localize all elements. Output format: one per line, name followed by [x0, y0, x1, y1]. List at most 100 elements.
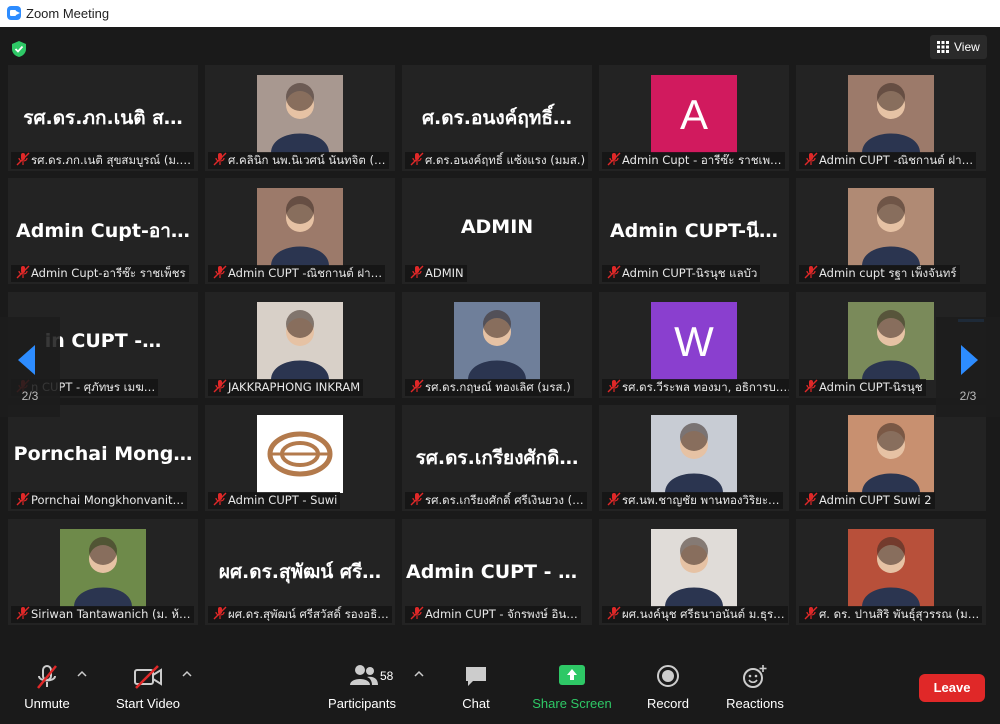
participant-name: ศ.คลินิก นพ.นิเวศน์ นันทจิต (… — [228, 153, 386, 167]
participant-tile[interactable]: Admin CUPT Suwi 2 — [796, 405, 986, 511]
participant-name: Admin CUPT -ณิชกานต์ ฝา… — [228, 266, 383, 280]
participant-tile[interactable]: Admin CUPT-นี… Admin CUPT-นิรนุช แลบัว — [599, 178, 789, 284]
participant-photo-avatar — [848, 529, 934, 607]
participant-name-tag: ผศ.นงค์นุช ศรีธนาอนันต์ ม.ธุร… — [602, 606, 788, 623]
participant-tile[interactable]: รศ.ดร.กฤษณ์ ทองเลิศ (มรส.) — [402, 292, 592, 398]
previous-page-button[interactable]: 2/3 — [0, 317, 60, 417]
security-shield-icon[interactable] — [10, 40, 28, 58]
muted-microphone-icon — [607, 152, 621, 166]
participant-tile[interactable]: Admin CUPT - จั… Admin CUPT - จักรพงษ์ อิ… — [402, 519, 592, 625]
participant-tile[interactable]: JAKKRAPHONG INKRAM — [205, 292, 395, 398]
participant-name-tag: รศ.ดร.ภก.เนติ สุขสมบูรณ์ (ม.… — [11, 152, 195, 169]
participant-name: Admin CUPT -ณิชกานต์ ฝา… — [819, 153, 974, 167]
view-button[interactable]: View — [930, 35, 987, 59]
participant-photo-avatar — [257, 75, 343, 153]
muted-microphone-icon — [213, 492, 227, 506]
participant-name-tag: Admin Cupt-อารีซ๊ะ ราชเพ็ชร — [11, 265, 189, 282]
participant-tile[interactable]: ศ.คลินิก นพ.นิเวศน์ นันทจิต (… — [205, 65, 395, 171]
participants-label: Participants — [328, 696, 396, 711]
record-icon — [657, 665, 679, 687]
leave-button[interactable]: Leave — [919, 674, 985, 702]
participant-tile[interactable]: Admin CUPT - Suwi — [205, 405, 395, 511]
participant-tile[interactable]: Admin cupt รฐา เพ็งจันทร์ — [796, 178, 986, 284]
participant-name-tag: ผศ.ดร.สุพัฒน์ ศรีสวัสดิ์ รองอธิ… — [208, 606, 392, 623]
participant-tile[interactable]: ศ. ดร. ปานสิริ พันธุ์สุวรรณ (ม… — [796, 519, 986, 625]
participant-name-tag: ศ.ดร.อนงค์ฤทธิ์ แซ้งแรง (มมส.) — [405, 152, 589, 169]
participant-name-tag: รศ.ดร.เกรียงศักดิ์ ศรีเงินยวง (… — [405, 492, 587, 509]
muted-microphone-icon — [16, 152, 30, 166]
participant-tile[interactable]: รศ.ดร.เกรียงศักดิ… รศ.ดร.เกรียงศักดิ์ ศรี… — [402, 405, 592, 511]
participant-name: Siriwan Tantawanich (ม. ห้… — [31, 607, 191, 621]
meeting-gallery: View รศ.ดร.ภก.เนติ ส… รศ.ดร.ภก.เนติ สุขสม… — [0, 27, 1000, 654]
reactions-button[interactable]: Reactions — [720, 654, 790, 724]
chat-bubble-icon — [466, 667, 486, 686]
participants-options-chevron-icon[interactable] — [414, 670, 424, 678]
start-video-button[interactable]: Start Video — [108, 654, 188, 724]
share-screen-button[interactable]: Share Screen — [528, 654, 616, 724]
window-titlebar: Zoom Meeting — [0, 0, 1000, 27]
record-button[interactable]: Record — [638, 654, 698, 724]
video-off-icon — [134, 665, 162, 689]
view-button-label: View — [954, 40, 980, 54]
page-indicator-right: 2/3 — [959, 389, 977, 403]
window-title: Zoom Meeting — [26, 6, 110, 21]
participant-name-tag: ศ. ดร. ปานสิริ พันธุ์สุวรรณ (ม… — [799, 606, 983, 623]
participant-name-tag: Siriwan Tantawanich (ม. ห้… — [11, 606, 194, 623]
audio-options-chevron-icon[interactable] — [77, 670, 87, 678]
participant-name: รศ.ดร.กฤษณ์ ทองเลิศ (มรส.) — [425, 380, 571, 394]
participant-display-name: Admin Cupt-อา… — [16, 220, 190, 242]
next-page-button[interactable]: 2/3 — [936, 317, 1000, 417]
participant-name-tag: Admin cupt รฐา เพ็งจันทร์ — [799, 265, 960, 282]
muted-microphone-icon — [410, 265, 424, 279]
participant-display-name: ผศ.ดร.สุพัฒน์ ศรี… — [218, 561, 382, 583]
participant-tile[interactable]: ศ.ดร.อนงค์ฤทธิ์… ศ.ดร.อนงค์ฤทธิ์ แซ้งแรง … — [402, 65, 592, 171]
participant-tile[interactable]: รศ.ดร.ภก.เนติ ส… รศ.ดร.ภก.เนติ สุขสมบูรณ์… — [8, 65, 198, 171]
participants-icon — [350, 665, 378, 685]
participant-tile[interactable]: ผศ.นงค์นุช ศรีธนาอนันต์ ม.ธุร… — [599, 519, 789, 625]
chat-button[interactable]: Chat — [446, 654, 506, 724]
participant-name-tag: Admin CUPT-นิรนุช แลบัว — [602, 265, 761, 282]
participant-tile[interactable]: Admin CUPT -ณิชกานต์ ฝา… — [205, 178, 395, 284]
participant-name-tag: Admin CUPT -ณิชกานต์ ฝา… — [208, 265, 386, 282]
participants-button[interactable]: 58 Participants — [324, 654, 400, 724]
participant-tile[interactable]: A Admin Cupt - อารีซ๊ะ ราชเพ… — [599, 65, 789, 171]
muted-microphone-icon — [607, 606, 621, 620]
participant-tile[interactable]: รศ.นพ.ชาญชัย พานทองวิริยะ… — [599, 405, 789, 511]
muted-microphone-icon — [607, 379, 621, 393]
participant-name-tag: Pornchai Mongkhonvanit… — [11, 492, 188, 509]
muted-microphone-icon — [213, 606, 227, 620]
participant-name-tag: รศ.นพ.ชาญชัย พานทองวิริยะ… — [602, 492, 783, 509]
unmute-button[interactable]: Unmute — [15, 654, 79, 724]
participant-photo-avatar — [257, 188, 343, 266]
participant-photo-avatar — [651, 415, 737, 493]
participant-display-name: Pornchai Mong… — [13, 443, 193, 465]
smiley-add-icon — [743, 665, 767, 688]
participant-name: Admin cupt รฐา เพ็งจันทร์ — [819, 266, 957, 280]
participant-name: ศ. ดร. ปานสิริ พันธุ์สุวรรณ (ม… — [819, 607, 980, 621]
participant-photo-avatar — [60, 529, 146, 607]
muted-microphone-icon — [410, 379, 424, 393]
participant-name: JAKKRAPHONG INKRAM — [228, 380, 361, 394]
participant-name-tag: Admin CUPT - จักรพงษ์ อิน… — [405, 606, 581, 623]
participant-display-name: Admin CUPT - จั… — [406, 561, 588, 583]
participant-name: Admin Cupt-อารีซ๊ะ ราชเพ็ชร — [31, 266, 186, 280]
participant-tile[interactable]: Pornchai Mong… Pornchai Mongkhonvanit… — [8, 405, 198, 511]
participant-tile[interactable]: ADMIN ADMIN — [402, 178, 592, 284]
muted-microphone-icon — [804, 265, 818, 279]
participant-tile[interactable]: Siriwan Tantawanich (ม. ห้… — [8, 519, 198, 625]
video-options-chevron-icon[interactable] — [182, 670, 192, 678]
participant-tile[interactable]: W รศ.ดร.วีระพล ทองมา, อธิการบ… — [599, 292, 789, 398]
microphone-muted-icon — [37, 665, 57, 689]
participant-display-name: ADMIN — [460, 216, 534, 238]
participant-name: ผศ.ดร.สุพัฒน์ ศรีสวัสดิ์ รองอธิ… — [228, 607, 389, 621]
participant-display-name: รศ.ดร.เกรียงศักดิ… — [415, 447, 579, 469]
participant-tile[interactable]: Admin Cupt-อา… Admin Cupt-อารีซ๊ะ ราชเพ็ช… — [8, 178, 198, 284]
participant-letter-avatar: W — [651, 302, 737, 380]
arrow-right-icon — [961, 345, 978, 375]
participant-photo-avatar — [848, 188, 934, 266]
participant-tile[interactable]: Admin CUPT -ณิชกานต์ ฝา… — [796, 65, 986, 171]
meeting-toolbar: Unmute Start Video 58 Participants Chat … — [0, 654, 1000, 724]
participant-name-tag: รศ.ดร.กฤษณ์ ทองเลิศ (มรส.) — [405, 379, 574, 396]
muted-microphone-icon — [804, 492, 818, 506]
participant-tile[interactable]: ผศ.ดร.สุพัฒน์ ศรี… ผศ.ดร.สุพัฒน์ ศรีสวัสด… — [205, 519, 395, 625]
